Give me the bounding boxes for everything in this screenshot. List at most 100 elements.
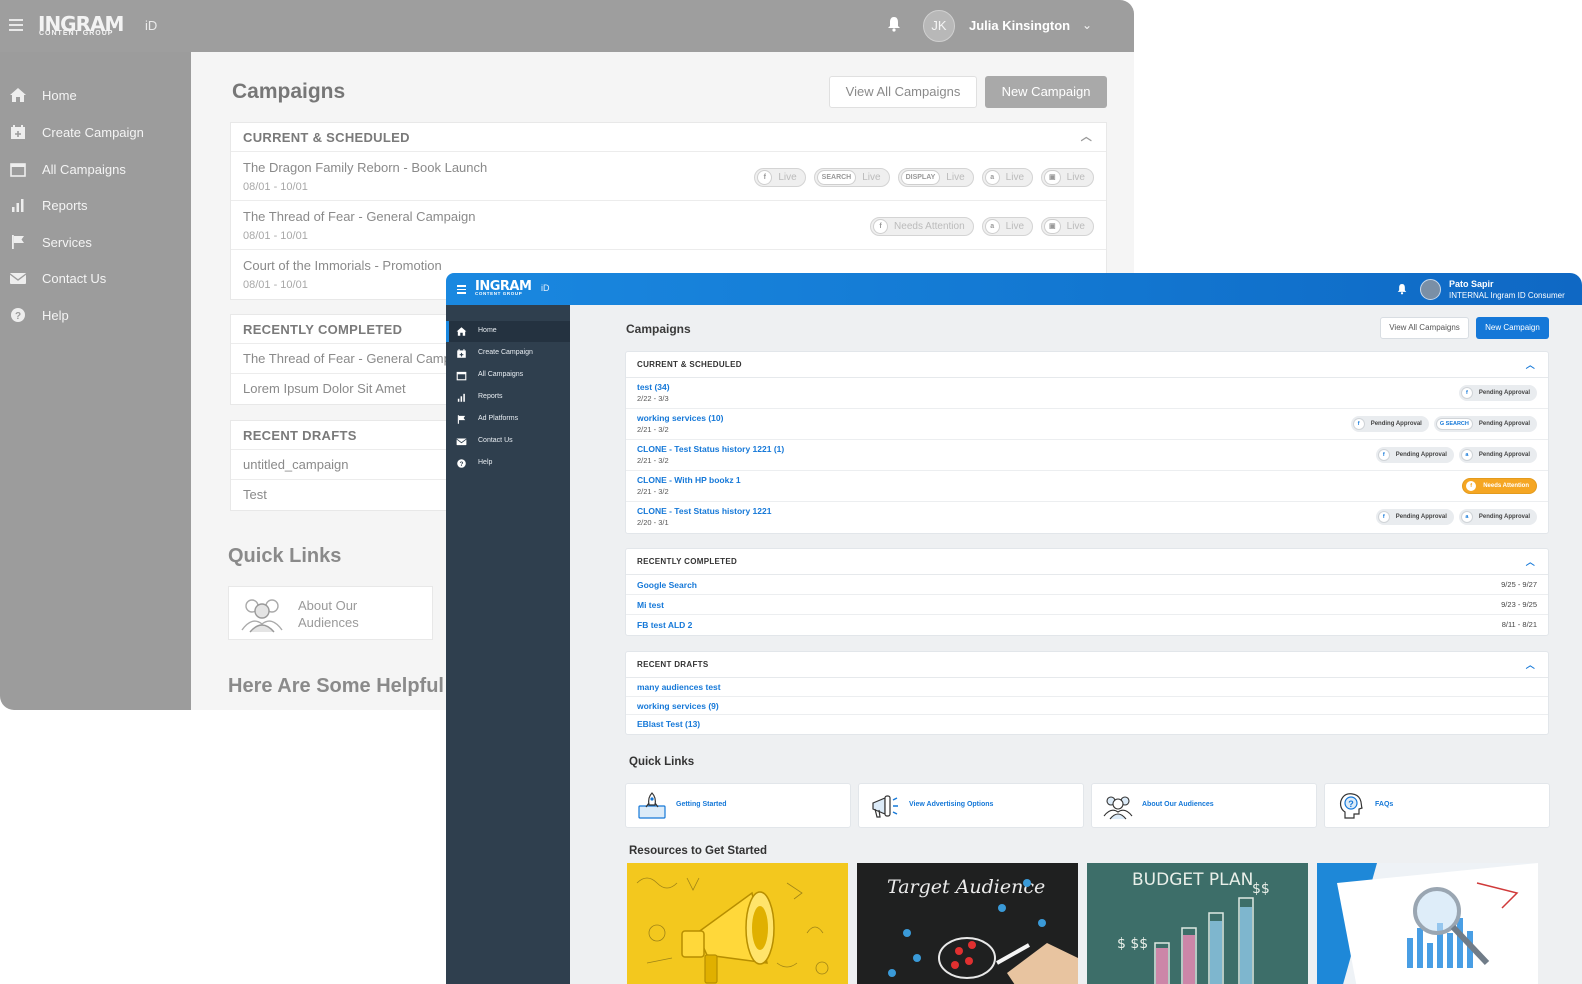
recent-drafts-card: RECENT DRAFTS ︿ many audiences test work… — [625, 651, 1549, 735]
campaign-name[interactable]: working services (10) — [637, 413, 723, 423]
campaign-row[interactable]: CLONE - Test Status history 1221 (1) 2/2… — [626, 440, 1548, 471]
sidebar-item-services[interactable]: Services — [0, 233, 191, 253]
sidebar-item-help[interactable]: ? Help — [0, 306, 191, 326]
logo-subtitle: CONTENT GROUP — [39, 30, 114, 37]
menu-icon[interactable] — [9, 19, 23, 31]
audience-icon — [241, 599, 283, 633]
avatar[interactable]: JK — [923, 10, 955, 42]
chevron-up-icon[interactable]: ︿ — [1081, 123, 1092, 152]
page-title: Campaigns — [232, 80, 346, 103]
card-header[interactable]: RECENT DRAFTS ︿ — [626, 652, 1548, 678]
sidebar-item-reports[interactable]: Reports — [0, 196, 191, 216]
sidebar-item-reports[interactable]: Reports — [446, 387, 570, 408]
campaign-dates: 9/23 - 9/25 — [1501, 600, 1537, 609]
campaign-name[interactable]: Court of the Immorials - Promotion — [243, 258, 442, 273]
quick-link-card[interactable]: View Advertising Options — [858, 783, 1084, 828]
chevron-up-icon[interactable]: ︿ — [1526, 549, 1535, 575]
sidebar-item-help[interactable]: ? Help — [446, 453, 570, 474]
campaign-name[interactable]: FB test ALD 2 — [637, 620, 692, 630]
status-badge: a Pending Approval — [1458, 447, 1537, 463]
campaign-row[interactable]: The Dragon Family Reborn - Book Launch 0… — [231, 152, 1106, 201]
calendar-plus-icon — [11, 125, 25, 139]
card-header[interactable]: CURRENT & SCHEDULED ︿ — [626, 352, 1548, 378]
chevron-up-icon[interactable]: ︿ — [1526, 652, 1535, 678]
quick-link-card[interactable]: About Our Audiences — [228, 586, 433, 640]
list-item[interactable]: Google Search 9/25 - 9/27 — [626, 575, 1548, 595]
campaign-row[interactable]: The Thread of Fear - General Campaign 08… — [231, 201, 1106, 250]
campaign-dates: 2/21 - 3/2 — [637, 487, 669, 496]
campaign-row[interactable]: working services (10) 2/21 - 3/2 f Pendin… — [626, 409, 1548, 440]
campaign-dates: 08/01 - 10/01 — [243, 181, 308, 193]
sidebar-item-label: All Campaigns — [478, 371, 524, 378]
audience-icon — [1103, 796, 1133, 820]
draft-name[interactable]: working services (9) — [637, 701, 719, 711]
resource-image-analytics[interactable] — [1317, 863, 1538, 984]
campaign-row[interactable]: CLONE - Test Status history 1221 2/20 - … — [626, 502, 1548, 533]
svg-text:BUDGET PLAN: BUDGET PLAN — [1132, 870, 1253, 890]
sidebar-item-create-campaign[interactable]: Create Campaign — [0, 123, 191, 143]
campaign-name[interactable]: CLONE - Test Status history 1221 (1) — [637, 444, 784, 454]
draft-name[interactable]: many audiences test — [637, 682, 721, 692]
sidebar-item-contact-us[interactable]: Contact Us — [0, 269, 191, 289]
sidebar-item-all-campaigns[interactable]: All Campaigns — [0, 160, 191, 180]
campaign-row[interactable]: test (34) 2/22 - 3/3 f Pending Approval — [626, 378, 1548, 409]
list-item[interactable]: EBlast Test (13) — [626, 715, 1548, 734]
id-label: iD — [145, 18, 158, 33]
campaign-name[interactable]: test (34) — [637, 382, 670, 392]
sidebar-item-contact-us[interactable]: Contact Us — [446, 431, 570, 452]
sidebar-item-ad-platforms[interactable]: Ad Platforms — [446, 409, 570, 430]
campaign-name[interactable]: The Dragon Family Reborn - Book Launch — [243, 160, 487, 175]
quick-link-card[interactable]: ? FAQs — [1324, 783, 1550, 828]
logo-subtitle: CONTENT GROUP — [475, 291, 523, 296]
sidebar-item-label: Create Campaign — [42, 125, 144, 140]
new-campaign-button[interactable]: New Campaign — [985, 76, 1107, 108]
view-all-campaigns-button[interactable]: View All Campaigns — [829, 76, 977, 108]
chevron-down-icon[interactable]: ⌄ — [1082, 18, 1092, 32]
list-item[interactable]: working services (9) — [626, 697, 1548, 715]
resource-image-target-audience[interactable]: Target Audience — [857, 863, 1078, 984]
avatar[interactable] — [1420, 279, 1441, 300]
campaign-row[interactable]: CLONE - With HP bookz 1 2/21 - 3/2 f Need… — [626, 471, 1548, 502]
campaign-dates: 9/25 - 9/27 — [1501, 580, 1537, 589]
user-name[interactable]: Julia Kinsington — [969, 18, 1070, 33]
menu-icon[interactable] — [457, 285, 466, 294]
campaign-name[interactable]: The Thread of Fear - General Campaign — [243, 209, 475, 224]
newsletter-icon: ▣ — [1044, 170, 1061, 185]
svg-text:?: ? — [15, 311, 21, 322]
card-header[interactable]: RECENTLY COMPLETED ︿ — [626, 549, 1548, 575]
sidebar-item-home[interactable]: Home — [0, 86, 191, 106]
id-label: iD — [541, 283, 550, 293]
newsletter-icon: ▣ — [1044, 219, 1061, 234]
campaign-name[interactable]: Google Search — [637, 580, 697, 590]
view-all-campaigns-button[interactable]: View All Campaigns — [1380, 317, 1469, 339]
draft-name[interactable]: EBlast Test (13) — [637, 719, 700, 729]
campaign-dates: 08/01 - 10/01 — [243, 230, 308, 242]
sidebar-item-all-campaigns[interactable]: All Campaigns — [446, 365, 570, 386]
campaign-name[interactable]: Mi test — [637, 600, 664, 610]
list-item[interactable]: many audiences test — [626, 678, 1548, 697]
quick-link-card[interactable]: Getting Started — [625, 783, 851, 828]
chevron-up-icon[interactable]: ︿ — [1526, 352, 1535, 378]
sidebar-item-label: Contact Us — [478, 437, 513, 444]
list-item[interactable]: Mi test 9/23 - 9/25 — [626, 595, 1548, 615]
quick-link-card[interactable]: About Our Audiences — [1091, 783, 1317, 828]
facebook-icon: f — [1377, 511, 1390, 523]
new-campaign-button[interactable]: New Campaign — [1476, 317, 1549, 339]
campaign-name[interactable]: CLONE - With HP bookz 1 — [637, 475, 741, 485]
sidebar-item-home[interactable]: Home — [446, 321, 570, 342]
resource-image-budget-plan[interactable]: BUDGET PLAN $ $$ $$ — [1087, 863, 1308, 984]
campaign-dates: 2/21 - 3/2 — [637, 425, 669, 434]
status-badge: SEARCH Live — [813, 168, 890, 187]
bell-icon[interactable] — [887, 16, 901, 32]
help-circle-icon: ? — [11, 308, 25, 322]
list-item[interactable]: FB test ALD 2 8/11 - 8/21 — [626, 615, 1548, 635]
amazon-icon: a — [984, 219, 1000, 234]
user-name[interactable]: Pato Sapir — [1449, 279, 1494, 289]
campaign-name[interactable]: CLONE - Test Status history 1221 — [637, 506, 771, 516]
sidebar-item-label: Ad Platforms — [478, 415, 519, 422]
sidebar-item-create-campaign[interactable]: Create Campaign — [446, 343, 570, 364]
bell-icon[interactable] — [1397, 283, 1407, 295]
resource-image-megaphone[interactable] — [627, 863, 848, 984]
quick-link-label: View Advertising Options — [909, 801, 994, 808]
card-header[interactable]: CURRENT & SCHEDULED ︿ — [231, 123, 1106, 152]
